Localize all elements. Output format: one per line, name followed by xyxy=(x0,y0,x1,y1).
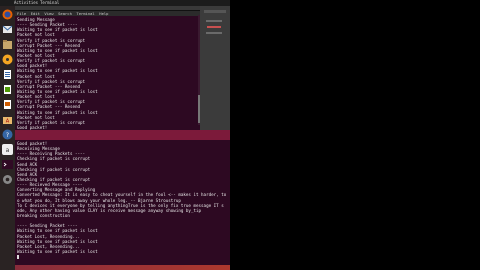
terminal-window-top[interactable]: File Edit View Search Terminal Help Send… xyxy=(15,6,200,130)
dock: A ? a xyxy=(0,6,15,270)
svg-text:a: a xyxy=(6,147,10,154)
mail-icon[interactable] xyxy=(2,24,13,35)
terminal-icon[interactable] xyxy=(2,159,13,170)
terminal-window-bottom[interactable]: Good packet! Receiving Message ---- Receiv… xyxy=(15,140,230,265)
window-header xyxy=(204,10,226,13)
desktop: Activities Terminal A ? a File Edit View… xyxy=(0,0,480,270)
calc-icon[interactable] xyxy=(2,84,13,95)
amazon-icon[interactable]: a xyxy=(2,144,13,155)
impress-icon[interactable] xyxy=(2,99,13,110)
writer-icon[interactable] xyxy=(2,69,13,80)
svg-text:A: A xyxy=(6,119,10,125)
settings-icon[interactable] xyxy=(2,174,13,185)
music-icon[interactable] xyxy=(2,54,13,65)
help-icon[interactable]: ? xyxy=(2,129,13,140)
software-icon[interactable]: A xyxy=(2,114,13,125)
terminal-output: Good packet! Receiving Message ---- Receiv… xyxy=(15,140,230,260)
terminal-cursor xyxy=(17,255,19,260)
firefox-icon[interactable] xyxy=(2,9,13,20)
files-icon[interactable] xyxy=(2,39,13,50)
terminal-line xyxy=(17,254,228,260)
desktop-gap xyxy=(15,130,230,140)
terminal-line: Converted Message: It is easy to cheat y… xyxy=(17,192,227,198)
list-item-highlight xyxy=(207,26,221,28)
svg-text:?: ? xyxy=(6,132,9,139)
list-item xyxy=(206,32,222,34)
terminal-output: Sending Message ---- Sending Packet ---- W… xyxy=(15,16,200,130)
list-item xyxy=(206,20,222,22)
black-area xyxy=(230,0,480,270)
background-window[interactable] xyxy=(200,6,230,153)
terminal-titlebar[interactable] xyxy=(15,6,200,11)
